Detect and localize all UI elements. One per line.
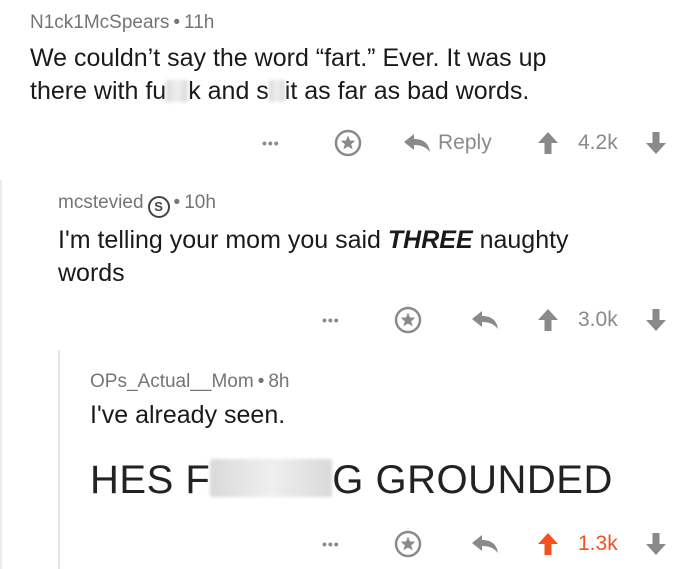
more-options-button[interactable]: •••	[262, 135, 280, 151]
censor-blur	[166, 80, 189, 102]
comment-line: We couldn’t say the word “fart.” Ever. I…	[30, 44, 547, 72]
censor-blur	[268, 80, 285, 102]
comment-actions: ••• 3.0k	[0, 302, 700, 338]
more-options-button[interactable]: •••	[322, 536, 340, 552]
more-options-button[interactable]: •••	[322, 312, 340, 328]
up-arrow-icon-active	[538, 533, 558, 555]
thread-line-1	[0, 180, 2, 569]
vote-score: 1.3k	[578, 532, 618, 555]
save-star-icon[interactable]	[394, 530, 422, 558]
comment-body: I'm telling your mom you said THREE naug…	[58, 224, 688, 290]
upvote-button[interactable]	[537, 532, 559, 556]
downvote-button[interactable]	[645, 532, 667, 556]
down-arrow-icon	[646, 533, 666, 555]
timestamp: 8h	[268, 371, 290, 392]
author-name[interactable]: N1ck1McSpears	[30, 12, 169, 33]
author-name[interactable]: OPs_Actual__Mom	[90, 371, 254, 392]
reply-button[interactable]	[470, 309, 500, 331]
comment-3: OPs_Actual__Mom • 8h I've already seen. HE…	[90, 371, 690, 502]
down-arrow-icon	[646, 309, 666, 331]
reply-arrow-icon	[472, 311, 498, 329]
comment-2: mcstevied S • 10h I'm telling your mom you …	[58, 192, 688, 290]
comment-body: We couldn’t say the word “fart.” Ever. I…	[30, 42, 690, 108]
comment-line: I've already seen.	[90, 401, 286, 429]
reply-arrow-icon	[472, 535, 498, 553]
comment-1: N1ck1McSpears • 11h We couldn’t say the wo…	[30, 12, 690, 108]
up-arrow-icon	[538, 132, 558, 154]
reply-arrow-icon	[404, 134, 430, 152]
vote-score: 4.2k	[578, 131, 618, 154]
downvote-button[interactable]	[645, 131, 667, 155]
up-arrow-icon	[538, 309, 558, 331]
user-badge-icon: S	[147, 196, 170, 218]
reply-button[interactable]: Reply	[402, 131, 492, 155]
timestamp: 11h	[184, 12, 215, 33]
upvote-button[interactable]	[537, 131, 559, 155]
comment-meta: N1ck1McSpears • 11h	[30, 12, 215, 33]
comment-line: I'm telling your mom you said THREE naug…	[58, 226, 569, 254]
censor-blur	[210, 459, 333, 497]
save-star-icon[interactable]	[394, 306, 422, 334]
comment-actions: ••• Reply 4.2k	[0, 125, 700, 161]
comment-meta: mcstevied S • 10h	[58, 192, 688, 218]
reply-button[interactable]	[470, 533, 500, 555]
downvote-button[interactable]	[645, 308, 667, 332]
timestamp: 10h	[184, 192, 216, 213]
comment-body: I've already seen. HES FG GROUNDED	[90, 399, 690, 502]
author-name[interactable]: mcstevied	[58, 192, 144, 213]
comment-big-text: HES FG GROUNDED	[90, 458, 613, 502]
save-star-icon[interactable]	[334, 129, 362, 157]
upvote-button[interactable]	[537, 308, 559, 332]
vote-score: 3.0k	[578, 308, 618, 331]
comment-meta: OPs_Actual__Mom • 8h	[90, 371, 290, 392]
down-arrow-icon	[646, 132, 666, 154]
comment-line: words	[58, 259, 125, 287]
comment-line: there with fu k and s it as far as bad wor…	[30, 77, 530, 105]
comment-actions: ••• 1.3k	[0, 526, 700, 562]
